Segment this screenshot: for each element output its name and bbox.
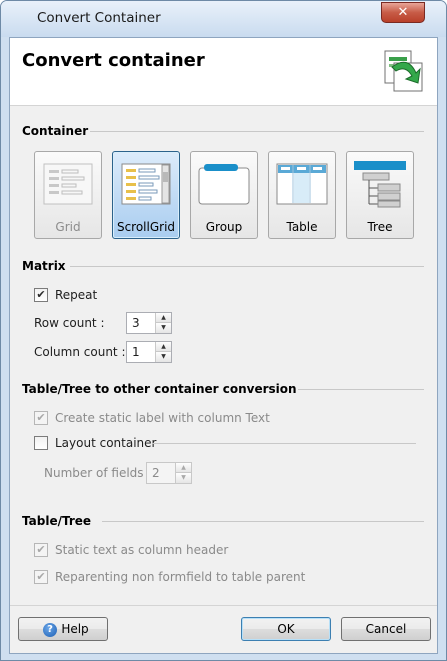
row-count-label: Row count : bbox=[34, 316, 105, 330]
container-option-label: ScrollGrid bbox=[116, 220, 176, 234]
static-text-header-label: Static text as column header bbox=[55, 543, 229, 557]
title-bar[interactable]: Convert Container ✕ bbox=[1, 1, 446, 37]
container-option-group[interactable]: Group bbox=[190, 151, 258, 239]
tree-icon bbox=[354, 161, 406, 208]
layout-container-checkbox[interactable] bbox=[34, 436, 48, 450]
container-option-label: Grid bbox=[55, 220, 81, 234]
dialog-body: Convert container Container Grid ScrollG… bbox=[9, 37, 438, 654]
convert-document-icon bbox=[384, 50, 423, 92]
ok-button[interactable]: OK bbox=[241, 617, 331, 641]
row-count-value[interactable]: 3 bbox=[132, 316, 140, 330]
container-option-label: Tree bbox=[367, 220, 393, 234]
table-tree-section-label: Table/Tree bbox=[22, 514, 92, 528]
repeat-label: Repeat bbox=[55, 288, 98, 302]
static-text-header-checkbox[interactable]: ✔ bbox=[34, 543, 48, 557]
container-option-label: Group bbox=[205, 220, 243, 234]
window-title: Convert Container bbox=[37, 10, 161, 26]
help-icon: ? bbox=[43, 623, 57, 637]
container-option-tree[interactable]: Tree bbox=[346, 151, 414, 239]
close-icon: ✕ bbox=[397, 5, 409, 20]
help-button[interactable]: ? Help bbox=[18, 617, 108, 641]
container-option-grid[interactable]: Grid bbox=[34, 151, 102, 239]
row-count-stepper[interactable]: 3 ▲ ▼ bbox=[126, 312, 172, 334]
decrement-icon[interactable]: ▼ bbox=[156, 352, 171, 362]
matrix-section-label: Matrix bbox=[22, 259, 66, 273]
grid-icon bbox=[43, 163, 93, 205]
ok-button-label: OK bbox=[277, 622, 295, 636]
number-of-fields-arrows: ▲ ▼ bbox=[175, 463, 191, 483]
increment-icon[interactable]: ▲ bbox=[156, 313, 171, 323]
column-count-arrows: ▲ ▼ bbox=[155, 342, 171, 362]
number-of-fields-stepper[interactable]: 2 ▲ ▼ bbox=[146, 462, 192, 484]
conversion-section-label: Table/Tree to other container conversion bbox=[22, 382, 297, 396]
reparenting-checkbox[interactable]: ✔ bbox=[34, 570, 48, 584]
column-count-value[interactable]: 1 bbox=[132, 345, 140, 359]
cancel-button[interactable]: Cancel bbox=[341, 617, 431, 641]
page-title: Convert container bbox=[22, 50, 205, 71]
row-count-arrows: ▲ ▼ bbox=[155, 313, 171, 333]
dialog-footer: ? Help OK Cancel bbox=[10, 605, 437, 653]
conversion-section-divider bbox=[298, 389, 424, 390]
column-count-stepper[interactable]: 1 ▲ ▼ bbox=[126, 341, 172, 363]
group-icon bbox=[198, 164, 250, 205]
column-count-label: Column count : bbox=[34, 345, 126, 359]
number-of-fields-value[interactable]: 2 bbox=[152, 466, 160, 480]
table-tree-section-divider bbox=[102, 521, 424, 522]
static-label-checkbox[interactable]: ✔ bbox=[34, 411, 48, 425]
reparenting-label: Reparenting non formfield to table paren… bbox=[55, 570, 306, 584]
container-section-label: Container bbox=[22, 124, 89, 138]
container-option-label: Table bbox=[286, 220, 318, 234]
cancel-button-label: Cancel bbox=[365, 622, 407, 636]
convert-container-window: Convert Container ✕ Convert container Co… bbox=[0, 0, 447, 661]
increment-icon[interactable]: ▲ bbox=[156, 342, 171, 352]
decrement-icon[interactable]: ▼ bbox=[156, 323, 171, 333]
repeat-checkbox[interactable]: ✔ bbox=[34, 288, 48, 302]
dialog-header: Convert container bbox=[10, 38, 437, 106]
close-button[interactable]: ✕ bbox=[381, 2, 425, 23]
increment-icon[interactable]: ▲ bbox=[176, 463, 191, 473]
number-of-fields-label: Number of fields bbox=[44, 466, 144, 480]
container-option-table[interactable]: Table bbox=[268, 151, 336, 239]
table-icon bbox=[276, 163, 328, 205]
static-label-label: Create static label with column Text bbox=[55, 411, 270, 425]
container-section-divider bbox=[90, 131, 424, 132]
scrollgrid-icon bbox=[121, 163, 171, 205]
matrix-section-divider bbox=[70, 266, 424, 267]
layout-container-divider bbox=[152, 443, 416, 444]
container-option-scrollgrid[interactable]: ScrollGrid bbox=[112, 151, 180, 239]
decrement-icon[interactable]: ▼ bbox=[176, 473, 191, 483]
layout-container-label: Layout container bbox=[55, 436, 157, 450]
